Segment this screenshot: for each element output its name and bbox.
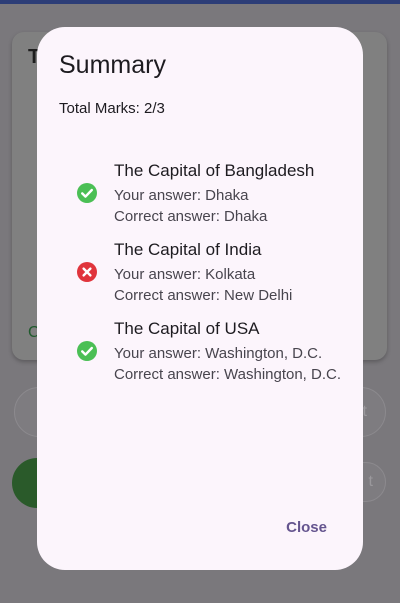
- correct-answer: Correct answer: Washington, D.C.: [114, 366, 342, 383]
- check-circle-icon: [75, 181, 99, 205]
- close-button[interactable]: Close: [272, 511, 341, 544]
- background-next-button-label: t: [368, 473, 373, 490]
- dialog-title: Summary: [59, 51, 166, 79]
- results-list: The Capital of Bangladesh Your answer: D…: [59, 159, 349, 396]
- question-text: The Capital of USA: [114, 319, 260, 338]
- your-answer: Your answer: Washington, D.C.: [114, 345, 323, 362]
- question-text: The Capital of India: [114, 240, 262, 259]
- summary-dialog: Summary Total Marks: 2/3 The Capital of …: [37, 27, 363, 570]
- your-answer: Your answer: Kolkata: [114, 266, 256, 283]
- total-marks: Total Marks: 2/3: [59, 100, 165, 117]
- result-item: The Capital of India Your answer: Kolkat…: [59, 238, 349, 306]
- cancel-circle-icon: [75, 260, 99, 284]
- result-item: The Capital of USA Your answer: Washingt…: [59, 317, 349, 385]
- your-answer: Your answer: Dhaka: [114, 187, 249, 204]
- check-circle-icon: [75, 339, 99, 363]
- background-answer-field-label: t: [362, 403, 367, 420]
- result-text: The Capital of India Your answer: Kolkat…: [114, 238, 349, 306]
- correct-answer: Correct answer: New Delhi: [114, 287, 293, 304]
- correct-answer: Correct answer: Dhaka: [114, 208, 268, 225]
- result-text: The Capital of Bangladesh Your answer: D…: [114, 159, 349, 227]
- result-item: The Capital of Bangladesh Your answer: D…: [59, 159, 349, 227]
- question-text: The Capital of Bangladesh: [114, 161, 315, 180]
- app-top-bar: [0, 0, 400, 4]
- result-text: The Capital of USA Your answer: Washingt…: [114, 317, 349, 385]
